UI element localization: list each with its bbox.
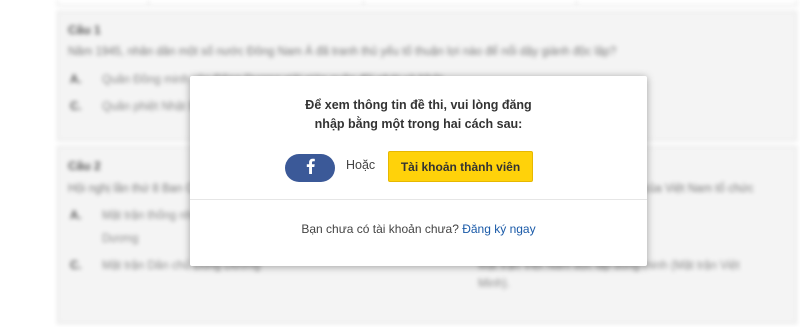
question-title: Câu 1: [68, 23, 101, 37]
table-divider: [576, 0, 577, 5]
facebook-login-button[interactable]: [285, 154, 335, 182]
modal-heading-line: Để xem thông tin đề thi, vui lòng đăng: [305, 98, 532, 112]
option-key: A.: [70, 210, 82, 222]
register-prompt: Bạn chưa có tài khoản chưa? Đăng ký ngay: [190, 222, 647, 236]
modal-heading-line: nhập bằng một trong hai cách sau:: [314, 117, 523, 131]
option-key: C.: [70, 260, 82, 272]
option-text-continued: Dương: [102, 233, 139, 245]
option-text-continued: Minh).: [478, 278, 510, 290]
register-prompt-text: Bạn chưa có tài khoản chưa?: [301, 222, 459, 236]
register-link[interactable]: Đăng ký ngay: [462, 222, 535, 236]
question-prompt: Năm 1945, nhân dân một số nước Đông Nam …: [68, 46, 617, 58]
table-divider: [148, 0, 149, 5]
option-key: A.: [70, 74, 82, 86]
modal-heading: Để xem thông tin đề thi, vui lòng đăng n…: [190, 96, 647, 134]
question-title: Câu 2: [68, 159, 101, 173]
or-label: Hoặc: [346, 158, 376, 172]
table-divider: [363, 0, 364, 5]
login-required-modal: Để xem thông tin đề thi, vui lòng đăng n…: [190, 76, 647, 266]
facebook-icon: [306, 158, 315, 179]
table-header-row: [57, 0, 797, 6]
modal-divider: [190, 199, 647, 200]
member-login-button[interactable]: Tài khoản thành viên: [388, 151, 533, 182]
option-key: C.: [70, 101, 82, 113]
